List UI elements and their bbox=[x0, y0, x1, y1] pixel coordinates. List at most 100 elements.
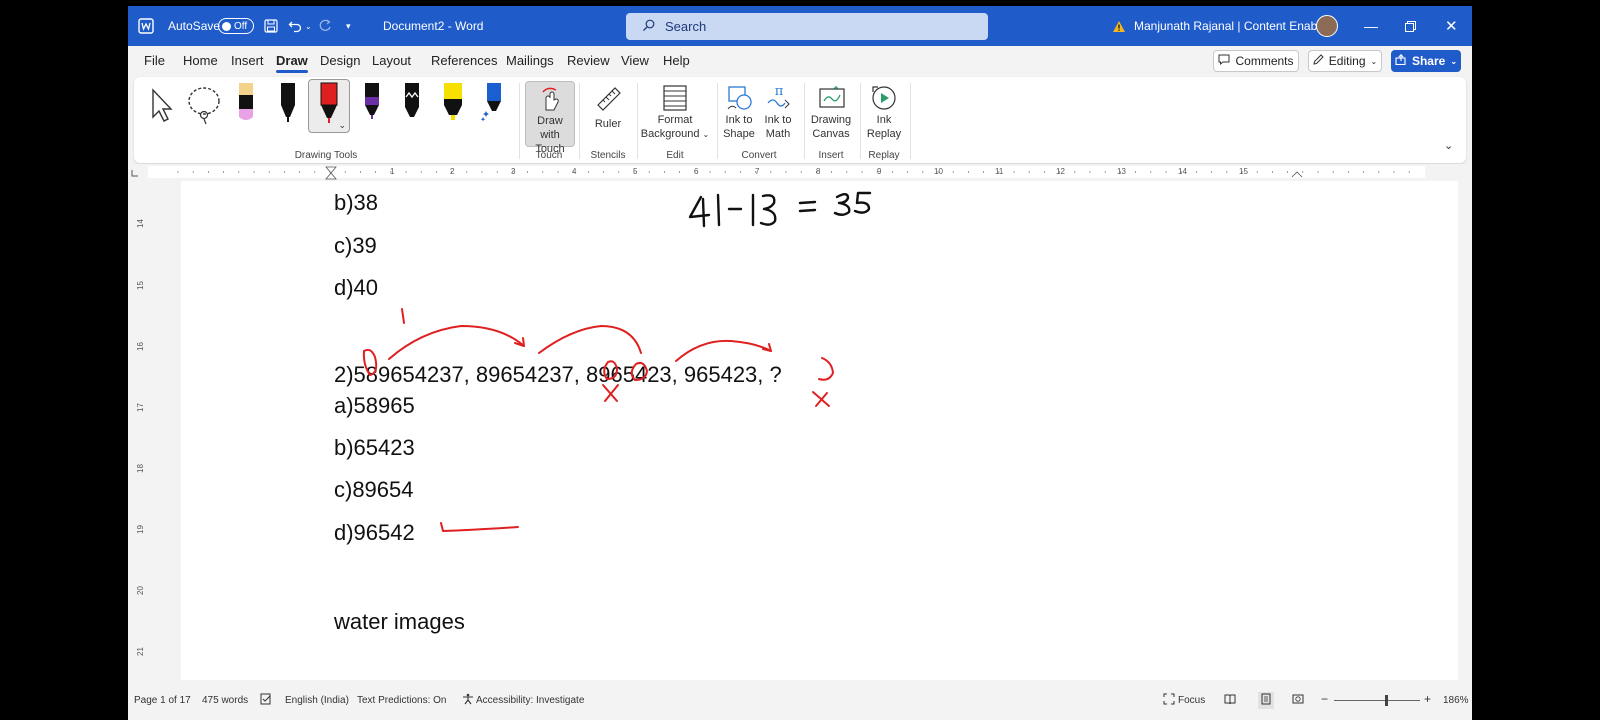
ruler-number: 14 bbox=[1178, 167, 1187, 176]
restore-icon[interactable] bbox=[1405, 6, 1416, 46]
document-page[interactable]: b)38 c)39 d)40 2)589654237, 89654237, 89… bbox=[181, 181, 1458, 680]
tab-review[interactable]: Review bbox=[567, 53, 610, 68]
select-objects-tool[interactable] bbox=[148, 87, 178, 128]
format-background-button[interactable]: Format Background ⌄ bbox=[639, 81, 711, 145]
collapse-ribbon-icon[interactable]: ⌄ bbox=[1444, 139, 1453, 152]
toggle-knob bbox=[222, 21, 231, 31]
customize-toolbar-icon[interactable]: ▾ bbox=[346, 6, 351, 46]
accessibility-status[interactable]: Accessibility: Investigate bbox=[476, 695, 584, 706]
tab-insert[interactable]: Insert bbox=[231, 53, 264, 68]
minimize-icon[interactable]: — bbox=[1364, 6, 1378, 46]
ink-annotations[interactable] bbox=[181, 181, 1458, 680]
vruler-number: 17 bbox=[135, 403, 145, 412]
ribbon-separator bbox=[519, 83, 520, 159]
ink-to-shape-label-2: Shape bbox=[723, 128, 755, 140]
ruler-number: 11 bbox=[995, 167, 1004, 176]
chevron-down-icon: ⌄ bbox=[702, 130, 710, 139]
format-background-label-1: Format bbox=[657, 114, 693, 126]
tab-design[interactable]: Design bbox=[320, 53, 360, 68]
word-count[interactable]: 475 words bbox=[202, 695, 248, 706]
autosave-toggle[interactable]: Off bbox=[218, 6, 254, 46]
ruler-ticks bbox=[131, 166, 1425, 180]
ruler-number: 12 bbox=[1056, 167, 1065, 176]
ink-to-math-button[interactable]: π Ink to Math bbox=[758, 81, 798, 145]
handwritten-math bbox=[688, 191, 872, 228]
tab-references[interactable]: References bbox=[431, 53, 497, 68]
ruler-number: 9 bbox=[877, 167, 882, 176]
zoom-slider-thumb[interactable] bbox=[1385, 695, 1388, 706]
tab-file[interactable]: File bbox=[144, 53, 165, 68]
print-layout-icon[interactable] bbox=[1258, 692, 1274, 709]
lasso-select-tool[interactable] bbox=[184, 85, 224, 130]
language[interactable]: English (India) bbox=[285, 695, 349, 706]
drawing-canvas-button[interactable]: Drawing Canvas bbox=[806, 81, 856, 145]
tab-draw[interactable]: Draw bbox=[276, 53, 308, 73]
tab-help[interactable]: Help bbox=[663, 53, 690, 68]
ink-to-math-label-2: Math bbox=[765, 128, 791, 140]
horizontal-ruler[interactable]: 1 2 3 4 5 6 7 8 9 10 11 12 13 14 15 bbox=[128, 164, 1472, 180]
ruler-button[interactable]: Ruler bbox=[585, 81, 631, 145]
tab-mailings[interactable]: Mailings bbox=[506, 53, 554, 68]
vruler-number: 21 bbox=[135, 647, 145, 656]
close-icon[interactable]: ✕ bbox=[1445, 6, 1458, 46]
pencil-tool[interactable] bbox=[234, 81, 258, 130]
draw-with-touch-label-1: Draw with bbox=[537, 115, 563, 141]
warning-icon[interactable] bbox=[1112, 6, 1126, 46]
word-app-icon[interactable] bbox=[138, 6, 154, 46]
vruler-number: 14 bbox=[135, 219, 145, 228]
web-layout-icon[interactable] bbox=[1292, 693, 1304, 708]
ruler-number: 3 bbox=[511, 167, 516, 176]
group-label-insert: Insert bbox=[818, 150, 844, 161]
editing-mode-button[interactable]: Editing ⌄ bbox=[1308, 50, 1382, 72]
ruler-number: 1 bbox=[390, 167, 395, 176]
undo-dropdown-icon[interactable]: ⌄ bbox=[305, 6, 312, 46]
share-button[interactable]: Share ⌄ bbox=[1391, 50, 1461, 72]
ruler-number: 6 bbox=[694, 167, 699, 176]
tab-view[interactable]: View bbox=[621, 53, 649, 68]
pen-purple-tool[interactable] bbox=[360, 81, 384, 130]
share-label: Share bbox=[1411, 54, 1446, 68]
vertical-ruler[interactable]: 14 15 16 17 18 19 20 21 bbox=[135, 181, 148, 686]
ink-replay-label-1: Ink bbox=[876, 114, 892, 126]
zoom-out-icon[interactable]: − bbox=[1321, 692, 1328, 706]
text-predictions[interactable]: Text Predictions: On bbox=[357, 695, 446, 706]
accessibility-icon[interactable] bbox=[462, 693, 474, 708]
redo-icon[interactable] bbox=[318, 6, 332, 46]
ink-replay-button[interactable]: Ink Replay bbox=[862, 81, 906, 145]
focus-label[interactable]: Focus bbox=[1178, 695, 1205, 706]
pen-black-wavy-tool[interactable] bbox=[400, 81, 424, 130]
highlighter-yellow-tool[interactable] bbox=[440, 81, 466, 130]
ink-to-shape-button[interactable]: Ink to Shape bbox=[719, 81, 759, 145]
pen-red-tool[interactable]: ⌄ bbox=[308, 79, 350, 133]
draw-ribbon: ⌄ Drawing Tools Draw with Touch Touch Ru… bbox=[134, 77, 1466, 163]
drawing-canvas-label-1: Drawing bbox=[810, 114, 852, 126]
zoom-slider[interactable] bbox=[1334, 695, 1420, 706]
zoom-in-icon[interactable]: + bbox=[1424, 692, 1431, 706]
draw-with-touch-button[interactable]: Draw with Touch bbox=[525, 81, 575, 155]
avatar[interactable] bbox=[1316, 6, 1338, 46]
autosave-label: AutoSave bbox=[168, 19, 221, 33]
proofing-icon[interactable] bbox=[260, 693, 272, 708]
tab-home[interactable]: Home bbox=[183, 53, 218, 68]
word-window: AutoSave Off ⌄ ▾ Document2 - Word Search… bbox=[128, 6, 1472, 720]
ruler-number: 4 bbox=[572, 167, 577, 176]
drawing-canvas-icon bbox=[819, 86, 845, 108]
pen-options-chevron-icon[interactable]: ⌄ bbox=[338, 120, 346, 131]
search-box[interactable]: Search bbox=[626, 13, 988, 40]
autosave-state: Off bbox=[234, 20, 248, 32]
comments-button[interactable]: Comments bbox=[1213, 50, 1299, 72]
save-icon[interactable] bbox=[264, 6, 278, 46]
pen-blue-glitter-tool[interactable] bbox=[480, 81, 506, 130]
page-count[interactable]: Page 1 of 17 bbox=[134, 695, 191, 706]
zoom-level[interactable]: 186% bbox=[1443, 695, 1469, 706]
ink-to-math-label-1: Ink to bbox=[764, 114, 792, 126]
pen-black-tool[interactable] bbox=[276, 81, 300, 130]
undo-icon[interactable] bbox=[288, 6, 302, 46]
focus-icon[interactable] bbox=[1163, 693, 1175, 708]
title-bar: AutoSave Off ⌄ ▾ Document2 - Word Search… bbox=[128, 6, 1472, 46]
vruler-number: 19 bbox=[135, 525, 145, 534]
ruler-number: 5 bbox=[633, 167, 638, 176]
pencil-icon bbox=[1313, 54, 1324, 68]
tab-layout[interactable]: Layout bbox=[372, 53, 411, 68]
read-mode-icon[interactable] bbox=[1224, 693, 1236, 708]
